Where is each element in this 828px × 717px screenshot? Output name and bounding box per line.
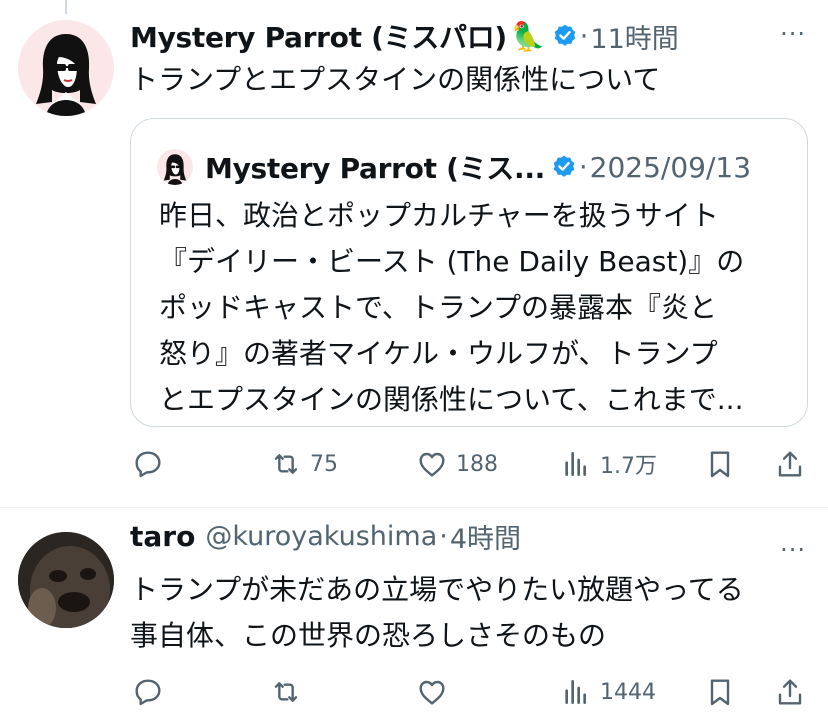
retweet-button[interactable]: 75	[270, 444, 338, 484]
like-button[interactable]: 188	[416, 444, 498, 484]
tweet-text-line: トランプが未だあの立場でやりたい放題やってる	[130, 573, 744, 606]
bookmark-icon	[710, 451, 730, 478]
views-count: 1.7万	[600, 454, 657, 479]
views-chart-icon	[565, 680, 586, 704]
reply-button[interactable]	[132, 444, 172, 484]
avatar[interactable]	[18, 532, 114, 628]
heart-icon	[419, 452, 445, 477]
like-count: 188	[456, 451, 498, 477]
author-name[interactable]: Mystery Parrot (ミスパロ)	[130, 16, 507, 56]
bookmark-button[interactable]	[704, 672, 736, 712]
quoted-text-line: ポッドキャストで、トランプの暴露本『炎と	[159, 291, 718, 324]
tweet-time[interactable]: 4時間	[450, 517, 521, 556]
author-name[interactable]: taro	[130, 520, 195, 553]
tweet-header: Mystery Parrot (ミスパロ) 🦜 · 11時間	[130, 16, 679, 56]
bookmark-icon	[710, 679, 730, 706]
reply-icon	[135, 679, 161, 706]
quoted-tweet[interactable]: Mystery Parrot (ミス... · 2025/09/13 昨日、政治…	[130, 118, 808, 427]
like-button[interactable]	[416, 672, 456, 712]
bookmark-button[interactable]	[704, 444, 736, 484]
views-button[interactable]: 1444	[560, 672, 656, 712]
author-handle[interactable]: @kuroyakushima	[205, 521, 437, 552]
avatar[interactable]	[18, 20, 114, 116]
separator-dot: ·	[579, 20, 589, 52]
retweet-icon	[274, 454, 298, 474]
tweet-text: トランプが未だあの立場でやりたい放題やってる 事自体、この世界の恐ろしさそのもの	[130, 567, 744, 659]
retweet-button[interactable]	[270, 672, 310, 712]
parrot-emoji: 🦜	[510, 19, 546, 53]
quoted-tweet-date: 2025/09/13	[589, 150, 752, 184]
quoted-text-line: 『デイリー・ビースト (The Daily Beast)』の	[159, 245, 745, 278]
separator-dot: ·	[579, 151, 588, 183]
tweet-card[interactable]: taro @kuroyakushima · 4時間 ··· トランプが未だあの立…	[0, 508, 828, 717]
tweet-actions: 1444	[130, 672, 810, 712]
verified-badge-icon	[554, 24, 576, 46]
reply-icon	[135, 451, 161, 478]
views-chart-icon	[565, 452, 586, 476]
reply-button[interactable]	[132, 672, 172, 712]
share-button[interactable]	[774, 672, 806, 712]
more-options-icon[interactable]: ···	[780, 536, 806, 564]
quoted-tweet-header: Mystery Parrot (ミス... · 2025/09/13	[157, 147, 751, 187]
quoted-text-line: 怒り』の著者マイケル・ウルフが、トランプ	[159, 337, 718, 370]
quoted-text-line: 昨日、政治とポップカルチャーを扱うサイト	[159, 199, 719, 232]
tweet-card[interactable]: Mystery Parrot (ミスパロ) 🦜 · 11時間 ··· トランプと…	[0, 0, 828, 507]
quoted-author-name: Mystery Parrot (ミス...	[205, 152, 546, 185]
retweet-icon	[274, 682, 298, 702]
views-count: 1444	[600, 679, 656, 705]
heart-icon	[419, 680, 445, 705]
retweet-count: 75	[310, 451, 338, 477]
dog-photo-icon	[18, 532, 114, 628]
avatar-illustration-icon	[36, 34, 96, 116]
avatar-illustration-icon	[163, 154, 187, 185]
quoted-avatar	[157, 149, 193, 185]
tweet-text: トランプとエプスタインの関係性について	[130, 63, 661, 96]
tweet-text-line: 事自体、この世界の恐ろしさそのもの	[130, 619, 607, 652]
share-icon	[778, 679, 802, 705]
views-button[interactable]: 1.7万	[560, 444, 657, 484]
more-options-icon[interactable]: ···	[780, 20, 806, 48]
verified-badge-icon	[553, 155, 575, 177]
share-button[interactable]	[774, 444, 806, 484]
separator-dot: ·	[439, 520, 448, 552]
quoted-text-line: とエプスタインの関係性について、これまで...	[159, 383, 744, 416]
tweet-header: taro @kuroyakushima · 4時間	[130, 516, 521, 556]
share-icon	[778, 451, 802, 477]
quoted-tweet-text: 昨日、政治とポップカルチャーを扱うサイト 『デイリー・ビースト (The Dai…	[159, 193, 789, 423]
tweet-time[interactable]: 11時間	[590, 17, 678, 56]
tweet-actions: 75 188 1.7万	[130, 444, 810, 484]
